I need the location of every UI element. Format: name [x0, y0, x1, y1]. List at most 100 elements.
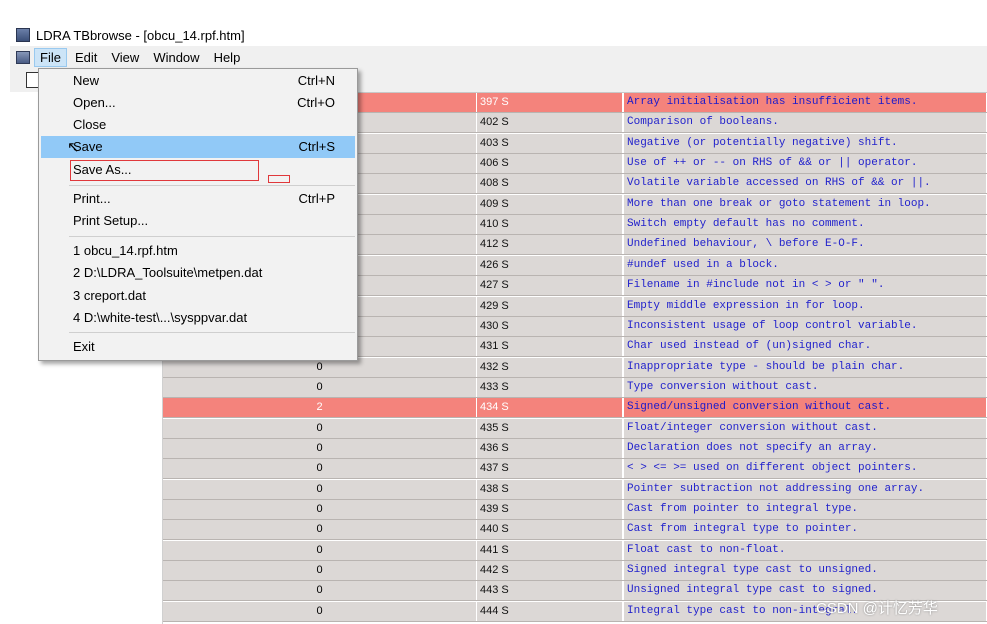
count-cell: 0: [163, 377, 477, 397]
description-cell: Empty middle expression in for loop.: [623, 296, 987, 316]
menu-file[interactable]: File: [34, 47, 67, 67]
description-cell: Array initialisation has insufficient it…: [623, 93, 987, 112]
description-cell: Float/integer conversion without cast.: [623, 418, 987, 438]
description-cell: Switch empty default has no comment.: [623, 215, 987, 235]
menu-edit[interactable]: Edit: [69, 48, 103, 67]
code-cell: 410 S: [477, 215, 623, 235]
count-cell: 0: [163, 540, 477, 560]
annotation-box: [70, 160, 259, 181]
description-cell: Type conversion without cast.: [623, 377, 987, 397]
menu-window[interactable]: Window: [147, 48, 205, 67]
count-cell: 0: [163, 561, 477, 581]
menu-item-recent-3[interactable]: 3 creport.dat: [41, 285, 355, 307]
code-cell: 412 S: [477, 235, 623, 255]
file-menu: New Ctrl+N Open... Ctrl+O Close Save Ctrl+S…: [38, 68, 358, 361]
menu-item-label: 3 creport.dat: [73, 288, 146, 303]
code-cell: 403 S: [477, 133, 623, 153]
description-cell: Declaration does not specify an array.: [623, 438, 987, 458]
code-cell: 434 S: [477, 398, 623, 418]
menu-item-label: Open...: [73, 95, 116, 110]
menu-item-recent-4[interactable]: 4 D:\white-test\...\sysppvar.dat: [41, 307, 355, 329]
menu-item-recent-2[interactable]: 2 D:\LDRA_Toolsuite\metpen.dat: [41, 262, 355, 284]
code-cell: 430 S: [477, 316, 623, 336]
description-cell: Undefined behaviour, \ before E-O-F.: [623, 235, 987, 255]
description-cell: Inappropriate type - should be plain cha…: [623, 357, 987, 377]
menu-item-print-setup[interactable]: Print Setup...: [41, 210, 355, 232]
code-cell: 427 S: [477, 276, 623, 296]
menu-item-exit[interactable]: Exit: [41, 336, 355, 358]
description-cell: Cast from integral type to pointer.: [623, 520, 987, 540]
menu-item-recent-1[interactable]: 1 obcu_14.rpf.htm: [41, 240, 355, 262]
app-icon: [16, 28, 30, 42]
code-cell: 406 S: [477, 154, 623, 174]
menu-item-open[interactable]: Open... Ctrl+O: [41, 92, 355, 114]
menu-help[interactable]: Help: [208, 48, 247, 67]
table-row[interactable]: 0 437 S < > <= >= used on different object…: [163, 459, 987, 480]
menu-item-save[interactable]: Save Ctrl+S: [41, 136, 355, 158]
menu-view[interactable]: View: [105, 48, 145, 67]
description-cell: Float cast to non-float.: [623, 540, 987, 560]
count-cell: 2: [163, 398, 477, 418]
table-row[interactable]: 0 433 S Type conversion without cast.: [163, 377, 987, 398]
menu-item-label: 2 D:\LDRA_Toolsuite\metpen.dat: [73, 265, 263, 280]
menu-item-new[interactable]: New Ctrl+N: [41, 70, 355, 92]
document-icon[interactable]: [16, 50, 30, 64]
code-cell: 409 S: [477, 194, 623, 214]
code-cell: 432 S: [477, 357, 623, 377]
code-cell: 431 S: [477, 337, 623, 357]
count-cell: 0: [163, 438, 477, 458]
description-cell: < > <= >= used on different object point…: [623, 459, 987, 479]
code-cell: 426 S: [477, 255, 623, 275]
description-cell: Signed integral type cast to unsigned.: [623, 561, 987, 581]
description-cell: Cast from pointer to integral type.: [623, 500, 987, 519]
watermark: CSDN @计忆芳华: [816, 600, 938, 617]
menu-item-shortcut: Ctrl+P: [298, 191, 335, 206]
menu-item-close[interactable]: Close: [41, 114, 355, 136]
menu-item-label: Print...: [73, 191, 111, 206]
description-cell: Pointer subtraction not addressing one a…: [623, 479, 987, 499]
menu-item-shortcut: Ctrl+O: [297, 95, 335, 110]
window-titlebar: LDRA TBbrowse - [obcu_14.rpf.htm]: [10, 24, 987, 46]
table-row[interactable]: 0 435 S Float/integer conversion without c…: [163, 418, 987, 439]
count-cell: 0: [163, 500, 477, 519]
code-cell: 429 S: [477, 296, 623, 316]
table-row[interactable]: 0 440 S Cast from integral type to pointer…: [163, 520, 987, 541]
code-cell: 444 S: [477, 601, 623, 621]
table-row[interactable]: 0 436 S Declaration does not specify an ar…: [163, 438, 987, 459]
description-cell: Char used instead of (un)signed char.: [623, 337, 987, 357]
count-cell: 0: [163, 601, 477, 621]
description-cell: More than one break or goto statement in…: [623, 194, 987, 214]
code-cell: 440 S: [477, 520, 623, 540]
menu-separator: [69, 185, 355, 186]
annotation-box-small: [268, 175, 290, 183]
mouse-pointer-icon: ↖: [67, 139, 80, 156]
description-cell: Use of ++ or -- on RHS of && or || opera…: [623, 154, 987, 174]
description-cell: Comparison of booleans.: [623, 113, 987, 133]
code-cell: 408 S: [477, 174, 623, 194]
count-cell: 0: [163, 520, 477, 540]
count-cell: 0: [163, 459, 477, 479]
menu-item-label: Exit: [73, 339, 95, 354]
code-cell: 441 S: [477, 540, 623, 560]
menu-item-label: Close: [73, 117, 107, 132]
count-cell: 0: [163, 479, 477, 499]
count-cell: 0: [163, 418, 477, 438]
table-row[interactable]: 0 442 S Signed integral type cast to unsig…: [163, 561, 987, 582]
menu-item-shortcut: Ctrl+S: [298, 139, 335, 154]
description-cell: Inconsistent usage of loop control varia…: [623, 316, 987, 336]
table-row[interactable]: 0 441 S Float cast to non-float.: [163, 540, 987, 561]
code-cell: 438 S: [477, 479, 623, 499]
code-cell: 433 S: [477, 377, 623, 397]
description-cell: Volatile variable accessed on RHS of && …: [623, 174, 987, 194]
table-row[interactable]: 0 438 S Pointer subtraction not addressing…: [163, 479, 987, 500]
table-row[interactable]: 0 439 S Cast from pointer to integral type…: [163, 500, 987, 520]
description-cell: Negative (or potentially negative) shift…: [623, 133, 987, 153]
menu-item-label: 1 obcu_14.rpf.htm: [73, 243, 178, 258]
menu-item-label: Print Setup...: [73, 213, 149, 228]
code-cell: 402 S: [477, 113, 623, 133]
code-cell: 442 S: [477, 561, 623, 581]
menu-item-label: 4 D:\white-test\...\sysppvar.dat: [73, 310, 248, 325]
menu-separator: [69, 332, 355, 333]
table-row[interactable]: 2 434 S Signed/unsigned conversion without…: [163, 398, 987, 419]
menu-item-print[interactable]: Print... Ctrl+P: [41, 188, 355, 210]
